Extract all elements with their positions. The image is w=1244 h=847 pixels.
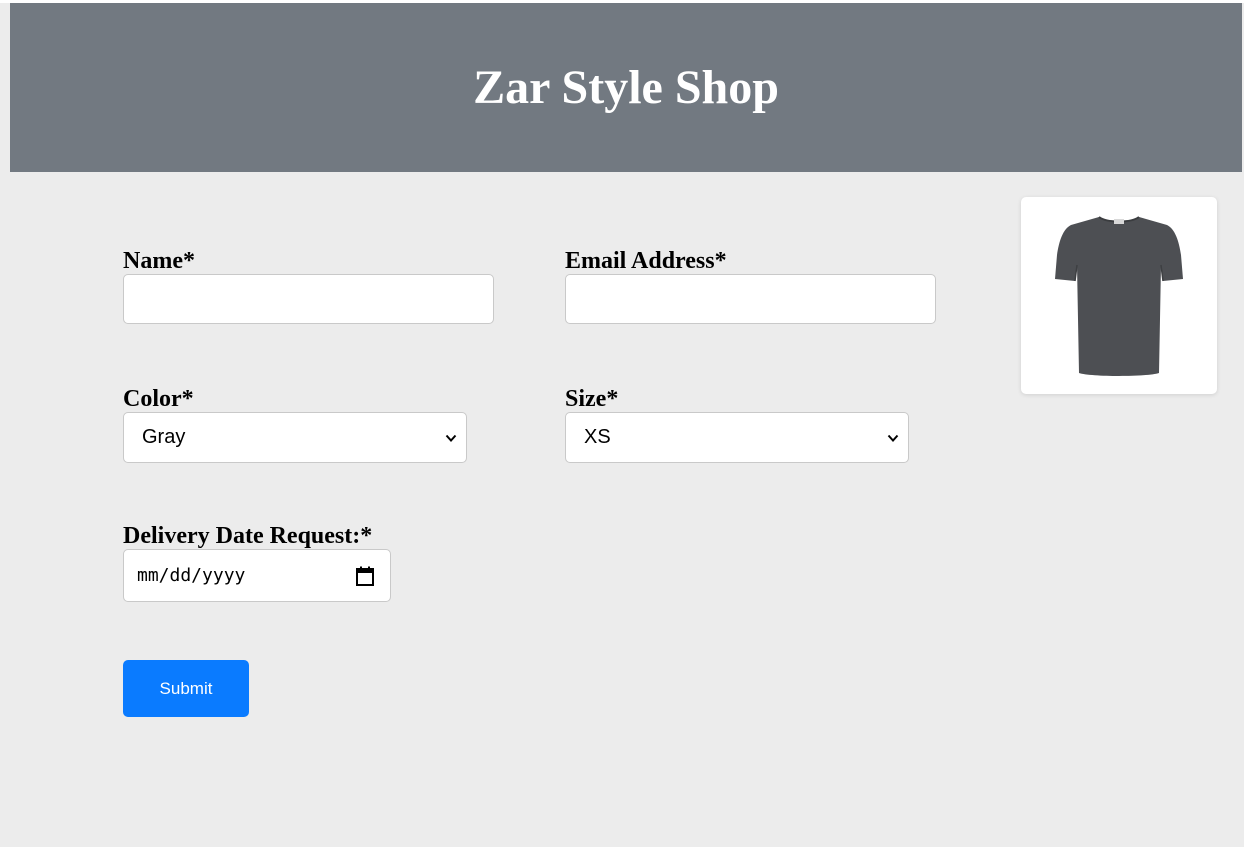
email-input[interactable] [565,274,936,324]
chevron-down-icon [445,434,457,442]
shop-title: Zar Style Shop [473,61,779,114]
chevron-down-icon [887,434,899,442]
email-label: Email Address* [565,248,727,274]
product-image-card [1021,197,1217,394]
date-placeholder: mm/dd/yyyy [137,565,246,586]
size-selected-value: XS [584,426,611,448]
page-header: Zar Style Shop [10,3,1242,172]
name-input[interactable] [123,274,494,324]
size-select[interactable]: XS [565,412,909,463]
color-selected-value: Gray [142,426,186,448]
delivery-date-input[interactable]: mm/dd/yyyy [123,549,391,602]
color-select[interactable]: Gray [123,412,467,463]
t-shirt-icon [1055,216,1183,376]
color-label: Color* [123,386,194,412]
calendar-icon[interactable] [356,566,374,586]
submit-button[interactable]: Submit [123,660,249,717]
name-label: Name* [123,248,195,274]
size-label: Size* [565,386,619,412]
delivery-date-label: Delivery Date Request:* [123,523,373,549]
